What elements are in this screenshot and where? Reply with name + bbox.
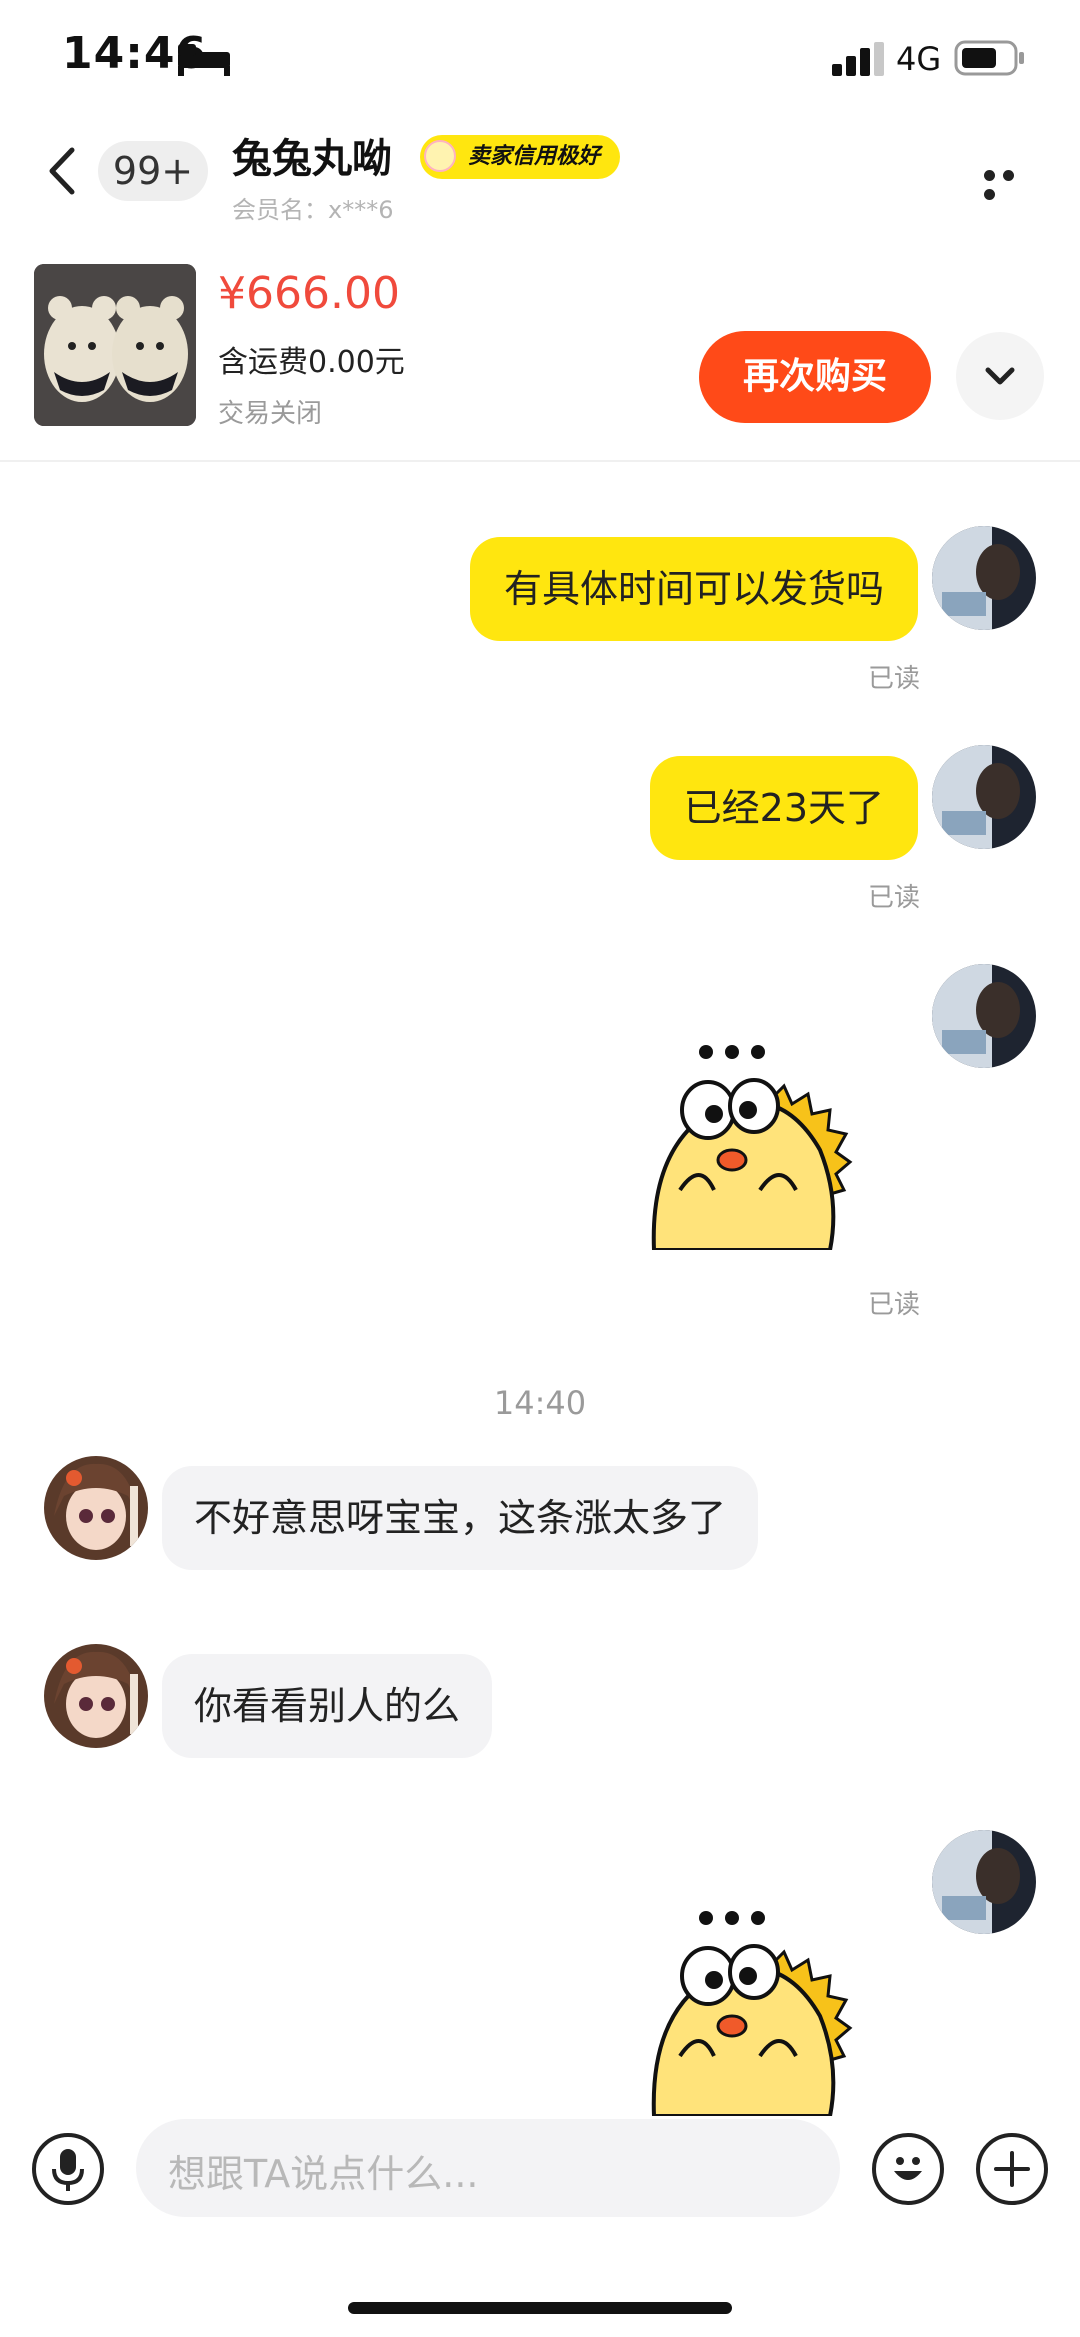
header-divider [0, 460, 1080, 462]
back-button[interactable] [46, 146, 76, 196]
voice-input-button[interactable] [32, 2133, 104, 2205]
my-avatar[interactable] [932, 745, 1036, 849]
my-avatar[interactable] [932, 1830, 1036, 1934]
my-avatar[interactable] [932, 964, 1036, 1068]
message-bubble-sent[interactable]: 有具体时间可以发货吗 [469, 537, 918, 641]
product-thumbnail[interactable] [34, 264, 196, 426]
read-receipt: 已读 [868, 883, 921, 913]
more-options-icon[interactable] [984, 166, 1040, 200]
signal-icon [832, 42, 884, 76]
battery-icon [954, 40, 1024, 76]
seller-avatar[interactable] [44, 1644, 148, 1748]
emoji-button[interactable] [872, 2133, 944, 2205]
product-price: ¥666.00 [218, 268, 400, 319]
member-name: 会员名：x***6 [232, 190, 393, 225]
network-type: 4G [896, 40, 942, 78]
seller-name[interactable]: 兔兔丸呦 [232, 126, 392, 184]
buy-again-button[interactable]: 再次购买 [699, 331, 931, 423]
sleep-mode-icon [178, 44, 230, 76]
collapse-button[interactable] [956, 332, 1044, 420]
message-bubble-received[interactable]: 不好意思呀宝宝，这条涨太多了 [162, 1466, 759, 1570]
thinking-dinosaur-sticker[interactable] [650, 1906, 900, 2116]
my-avatar[interactable] [932, 526, 1036, 630]
microphone-icon [52, 2149, 84, 2191]
credit-face-icon [424, 140, 456, 172]
emoji-icon [894, 2157, 922, 2180]
chat-screen: 14:46 4G 99+ 兔兔丸呦 卖家信用极好 会员名：x***6 ¥666.… [0, 0, 1080, 2337]
member-label: 会员名： [232, 196, 328, 224]
message-bubble-received[interactable]: 你看看别人的么 [162, 1654, 493, 1758]
chevron-down-icon [985, 367, 1015, 385]
member-value: x***6 [328, 196, 394, 224]
message-input-placeholder: 想跟TA说点什么... [168, 2152, 479, 2196]
trade-status: 交易关闭 [218, 399, 323, 429]
thinking-dinosaur-sticker[interactable] [650, 1040, 900, 1250]
unread-count-badge[interactable]: 99+ [98, 141, 208, 201]
more-actions-button[interactable] [976, 2133, 1048, 2205]
read-receipt: 已读 [868, 1290, 921, 1320]
shipping-fee: 含运费0.00元 [218, 345, 405, 380]
seller-avatar[interactable] [44, 1456, 148, 1560]
read-receipt: 已读 [868, 664, 921, 694]
home-indicator[interactable] [348, 2302, 732, 2314]
message-bubble-sent[interactable]: 已经23天了 [649, 756, 918, 860]
time-separator: 14:40 [493, 1384, 587, 1422]
plus-icon [994, 2151, 1030, 2187]
